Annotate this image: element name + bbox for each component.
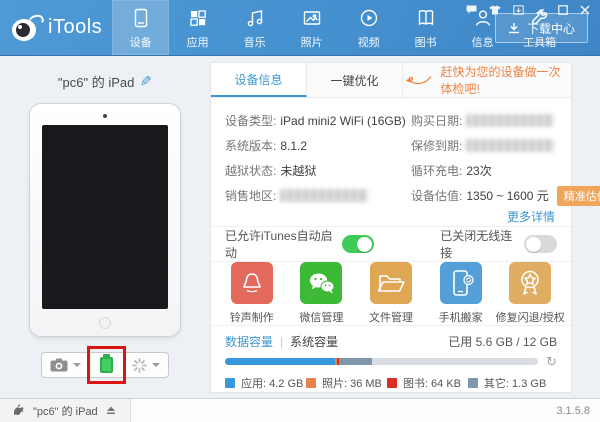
device-title: "pc6" 的 iPad ✎ bbox=[0, 72, 210, 91]
app-version: 3.1.5.8 bbox=[556, 405, 590, 417]
apple-icon bbox=[14, 404, 25, 417]
photos-icon bbox=[301, 6, 323, 30]
edit-pencil-icon[interactable]: ✎ bbox=[140, 73, 152, 90]
info-row-sales-region: 销售地区: bbox=[225, 183, 411, 208]
wireless-connection-switch[interactable] bbox=[524, 235, 557, 253]
more-details-row: 更多详情 bbox=[211, 208, 571, 226]
toggles-row: 已允许iTunes自动启动 已关闭无线连接 bbox=[211, 226, 571, 261]
capacity-used-text: 已用 5.6 GB / 12 GB bbox=[448, 333, 557, 350]
info-row-purchase-date: 购买日期: bbox=[411, 108, 600, 133]
books-icon bbox=[415, 6, 437, 30]
phone-transfer-icon bbox=[447, 268, 475, 298]
wechat-icon bbox=[306, 269, 336, 297]
info-row-charge-cycles: 循环充电: 23次 bbox=[411, 158, 600, 183]
itools-logo: iTools bbox=[0, 0, 112, 55]
tab-one-key-optimize[interactable]: 一键优化 bbox=[307, 63, 403, 97]
quick-tools-row: 铃声制作 微信管理 文件管理 手机搬家 bbox=[211, 261, 571, 325]
statusbar-device-name: "pc6" 的 iPad bbox=[33, 403, 98, 419]
eject-icon[interactable] bbox=[106, 406, 116, 415]
info-row-device-valuation: 设备估值: 1350 ~ 1600 元 精准估价 bbox=[411, 183, 600, 208]
health-check-banner[interactable]: 赶快为您的设备做一次体检吧! bbox=[403, 63, 571, 97]
nav-tab-videos[interactable]: 视频 bbox=[340, 0, 397, 55]
legend-photos: 照片: 36 MB bbox=[306, 375, 387, 391]
nav-tab-photos[interactable]: 照片 bbox=[283, 0, 340, 55]
itools-logo-text: iTools bbox=[48, 16, 102, 39]
info-row-device-type: 设备类型: iPad mini2 WiFi (16GB) bbox=[225, 108, 411, 133]
tool-ringtone-maker[interactable]: 铃声制作 bbox=[219, 262, 285, 325]
capacity-bar bbox=[225, 358, 538, 365]
redacted-value bbox=[280, 189, 368, 202]
folder-icon bbox=[376, 270, 406, 296]
device-info-grid: 设备类型: iPad mini2 WiFi (16GB) 购买日期: 系统版本:… bbox=[211, 98, 571, 208]
wireless-connection-toggle-group: 已关闭无线连接 bbox=[440, 227, 557, 261]
videos-icon bbox=[358, 6, 380, 30]
capacity-bar-row: ↻ bbox=[225, 355, 557, 368]
tab-system-capacity[interactable]: 系统容量 bbox=[290, 333, 338, 350]
nav-tab-device[interactable]: 设备 bbox=[112, 0, 169, 55]
spinner-icon bbox=[132, 358, 147, 373]
info-row-jailbreak-status: 越狱状态: 未越狱 bbox=[225, 158, 411, 183]
nav-tab-music[interactable]: 音乐 bbox=[226, 0, 283, 55]
main-area: "pc6" 的 iPad ✎ 设备信息 一键优化 bbox=[0, 56, 600, 398]
itunes-autostart-switch[interactable] bbox=[342, 235, 375, 253]
tool-file-manager[interactable]: 文件管理 bbox=[358, 262, 424, 325]
device-action-bar bbox=[41, 352, 169, 378]
refresh-dropdown-caret[interactable] bbox=[152, 363, 160, 367]
ipad-home-button bbox=[99, 317, 111, 329]
status-bar: "pc6" 的 iPad 3.1.5.8 bbox=[0, 398, 600, 422]
download-center-button[interactable]: 下载中心 bbox=[495, 13, 588, 43]
capacity-refresh-icon[interactable]: ↻ bbox=[546, 355, 557, 368]
statusbar-device-tab[interactable]: "pc6" 的 iPad bbox=[0, 399, 131, 422]
card-tabs: 设备信息 一键优化 赶快为您的设备做一次体检吧! bbox=[211, 63, 571, 98]
device-icon bbox=[130, 6, 152, 30]
redacted-value bbox=[466, 114, 554, 127]
bell-icon bbox=[238, 269, 266, 297]
camera-icon bbox=[50, 358, 68, 372]
capacity-header: 数据容量 | 系统容量 已用 5.6 GB / 12 GB bbox=[225, 333, 557, 350]
itools-logo-icon bbox=[12, 15, 42, 41]
refresh-device-button[interactable] bbox=[123, 353, 168, 377]
apps-icon bbox=[187, 6, 209, 30]
legend-apps: 应用: 4.2 GB bbox=[225, 375, 306, 391]
curved-arrow-icon bbox=[403, 72, 432, 88]
screenshot-button[interactable] bbox=[42, 353, 89, 377]
tool-fix-crash-authorize[interactable]: 修复闪退/授权 bbox=[497, 262, 563, 325]
top-navbar: iTools 设备 应用 音乐 照片 bbox=[0, 0, 600, 56]
battery-icon bbox=[100, 357, 113, 373]
more-details-link[interactable]: 更多详情 bbox=[507, 210, 555, 224]
ipad-screen bbox=[42, 125, 168, 309]
tab-device-info[interactable]: 设备信息 bbox=[211, 63, 307, 97]
nav-tab-books[interactable]: 图书 bbox=[397, 0, 454, 55]
screenshot-dropdown-caret[interactable] bbox=[73, 363, 81, 367]
music-icon bbox=[244, 6, 266, 30]
ipad-preview bbox=[30, 104, 180, 336]
download-icon bbox=[508, 22, 520, 34]
nav-tab-apps[interactable]: 应用 bbox=[169, 0, 226, 55]
badge-icon bbox=[516, 268, 544, 298]
itunes-autostart-toggle-group: 已允许iTunes自动启动 bbox=[225, 227, 374, 261]
bar-segment-other bbox=[339, 358, 373, 365]
legend-other: 其它: 1.3 GB bbox=[468, 375, 557, 391]
bar-segment-apps bbox=[225, 358, 335, 365]
feedback-icon[interactable] bbox=[466, 5, 477, 15]
tool-phone-mover[interactable]: 手机搬家 bbox=[428, 262, 494, 325]
battery-button[interactable] bbox=[89, 353, 123, 377]
precise-estimate-button[interactable]: 精准估价 bbox=[557, 186, 600, 206]
legend-books: 图书: 64 KB bbox=[387, 375, 468, 391]
info-row-warranty-expiry: 保修到期: bbox=[411, 133, 600, 158]
tab-data-capacity[interactable]: 数据容量 bbox=[225, 333, 273, 350]
redacted-value bbox=[466, 139, 554, 152]
tool-wechat-manager[interactable]: 微信管理 bbox=[288, 262, 354, 325]
ipad-camera-dot bbox=[103, 114, 107, 118]
info-row-system-version: 系统版本: 8.1.2 bbox=[225, 133, 411, 158]
statusbar-spacer bbox=[131, 399, 600, 422]
device-info-card: 设备信息 一键优化 赶快为您的设备做一次体检吧! 设备类型: iPad mini… bbox=[210, 62, 572, 393]
device-panel: "pc6" 的 iPad ✎ bbox=[0, 56, 210, 398]
